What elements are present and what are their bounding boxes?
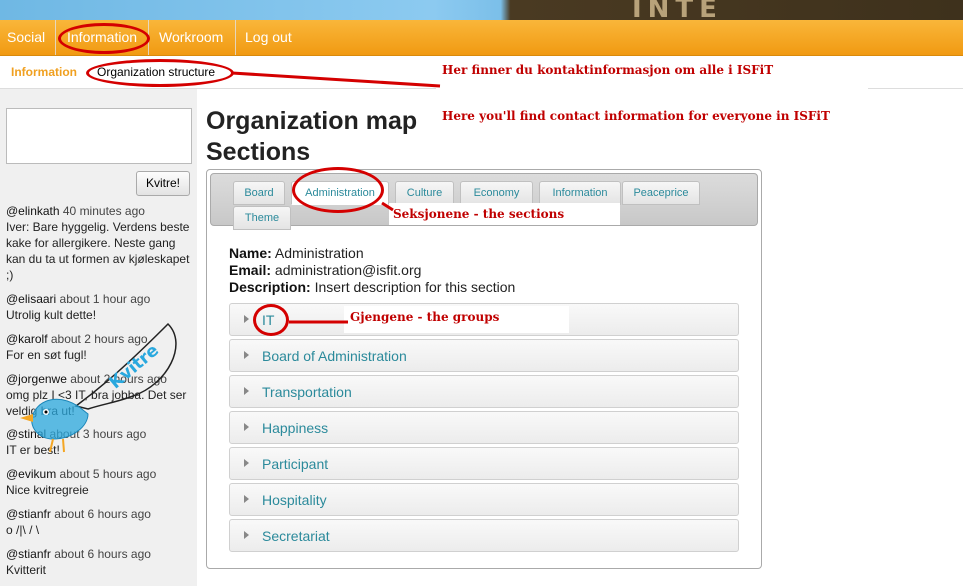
- tweet-time: 40 minutes ago: [59, 204, 145, 218]
- group-label: Participant: [262, 456, 329, 472]
- tweet-time: about 5 hours ago: [56, 467, 157, 481]
- tweet-time: about 1 hour ago: [56, 292, 151, 306]
- group-label: Happiness: [262, 420, 329, 436]
- tab-culture[interactable]: Culture: [395, 181, 454, 205]
- expand-arrow-icon: [244, 351, 249, 359]
- nav-separator: [148, 20, 149, 55]
- main-nav: Social Information Workroom Log out: [0, 20, 963, 56]
- tab-theme[interactable]: Theme: [233, 206, 291, 230]
- section-name-line: Name: Administration: [229, 245, 364, 261]
- tab-administration[interactable]: Administration: [291, 181, 389, 205]
- group-accordion-secretariat[interactable]: Secretariat: [229, 519, 739, 552]
- tweet-time: about 6 hours ago: [50, 547, 151, 561]
- expand-arrow-icon: [244, 495, 249, 503]
- expand-arrow-icon: [244, 531, 249, 539]
- group-accordion-participant[interactable]: Participant: [229, 447, 739, 480]
- expand-arrow-icon: [244, 423, 249, 431]
- section-email-line: Email: administration@isfit.org: [229, 262, 421, 278]
- group-label: Transportation: [262, 384, 352, 400]
- group-accordion-hospitality[interactable]: Hospitality: [229, 483, 739, 516]
- tweet-item: @stianfr about 6 hours ago Kvitterit: [6, 546, 194, 578]
- section-description: Insert description for this section: [310, 279, 516, 295]
- section-email[interactable]: administration@isfit.org: [271, 262, 422, 278]
- annotation-text-sections: Seksjonene - the sections: [393, 207, 565, 221]
- annotation-text-groups: Gjengene - the groups: [350, 310, 500, 324]
- tweet-item: @stianfr about 6 hours ago o /|\ / \: [6, 506, 194, 538]
- group-accordion-board-of-administration[interactable]: Board of Administration: [229, 339, 739, 372]
- group-accordion-transportation[interactable]: Transportation: [229, 375, 739, 408]
- tweet-text: o /|\ / \: [6, 523, 40, 537]
- page-subtitle: Sections: [206, 138, 311, 166]
- tweet-text: Nice kvitregreie: [6, 483, 89, 497]
- nav-separator: [55, 20, 56, 55]
- kvitre-bird-icon: Kvitre: [20, 322, 177, 453]
- name-label: Name:: [229, 245, 272, 261]
- nav-social[interactable]: Social: [7, 20, 45, 55]
- tweet-user[interactable]: @stianfr: [6, 547, 51, 561]
- tweet-input[interactable]: [6, 108, 192, 164]
- tweet-user[interactable]: @stianfr: [6, 507, 51, 521]
- nav-separator: [235, 20, 236, 55]
- section-name: Administration: [271, 245, 364, 261]
- nav-logout[interactable]: Log out: [245, 20, 292, 55]
- nav-workroom[interactable]: Workroom: [159, 20, 223, 55]
- subnav-information[interactable]: Information: [11, 65, 77, 79]
- tweet-text: Iver: Bare hyggelig. Verdens beste kake …: [6, 220, 190, 282]
- annotation-box-groups: Gjengene - the groups: [344, 306, 569, 333]
- tweet-user[interactable]: @elisaari: [6, 292, 56, 306]
- tab-information[interactable]: Information: [539, 181, 621, 205]
- tweet-item: @elinkath 40 minutes ago Iver: Bare hygg…: [6, 203, 194, 283]
- annotation-text-english: Here you'll find contact information for…: [442, 109, 830, 123]
- kvitre-button[interactable]: Kvitre!: [136, 171, 190, 196]
- group-label: Hospitality: [262, 492, 327, 508]
- tab-peaceprice[interactable]: Peaceprice: [622, 181, 700, 205]
- tab-economy[interactable]: Economy: [460, 181, 533, 205]
- expand-arrow-icon: [244, 459, 249, 467]
- group-accordion-happiness[interactable]: Happiness: [229, 411, 739, 444]
- expand-arrow-icon: [244, 387, 249, 395]
- tweet-user[interactable]: @elinkath: [6, 204, 60, 218]
- nav-information[interactable]: Information: [67, 20, 137, 55]
- section-description-line: Description: Insert description for this…: [229, 279, 515, 295]
- expand-arrow-icon: [244, 315, 249, 323]
- group-label: IT: [262, 312, 275, 328]
- annotation-box-sections: Seksjonene - the sections: [389, 203, 620, 225]
- bird-label: Kvitre: [106, 341, 163, 394]
- tweet-time: about 6 hours ago: [50, 507, 151, 521]
- email-label: Email:: [229, 262, 272, 278]
- header-banner: INTE: [0, 0, 963, 24]
- tab-board[interactable]: Board: [233, 181, 285, 205]
- subnav-organization-structure[interactable]: Organization structure: [97, 65, 215, 79]
- group-label: Board of Administration: [262, 348, 407, 364]
- twitter-sidebar: Kvitre! @elinkath 40 minutes ago Iver: B…: [0, 89, 197, 586]
- annotation-text-norwegian: Her finner du kontaktinformasjon om alle…: [442, 63, 774, 77]
- annotation-box-contact: Her finner du kontaktinformasjon om alle…: [436, 58, 868, 140]
- tweet-text: Kvitterit: [6, 563, 47, 577]
- description-label: Description:: [229, 279, 311, 295]
- tweet-user[interactable]: @evikum: [6, 467, 56, 481]
- page-title: Organization map: [206, 107, 418, 135]
- tweet-item: @evikum about 5 hours ago Nice kvitregre…: [6, 466, 194, 498]
- group-label: Secretariat: [262, 528, 330, 544]
